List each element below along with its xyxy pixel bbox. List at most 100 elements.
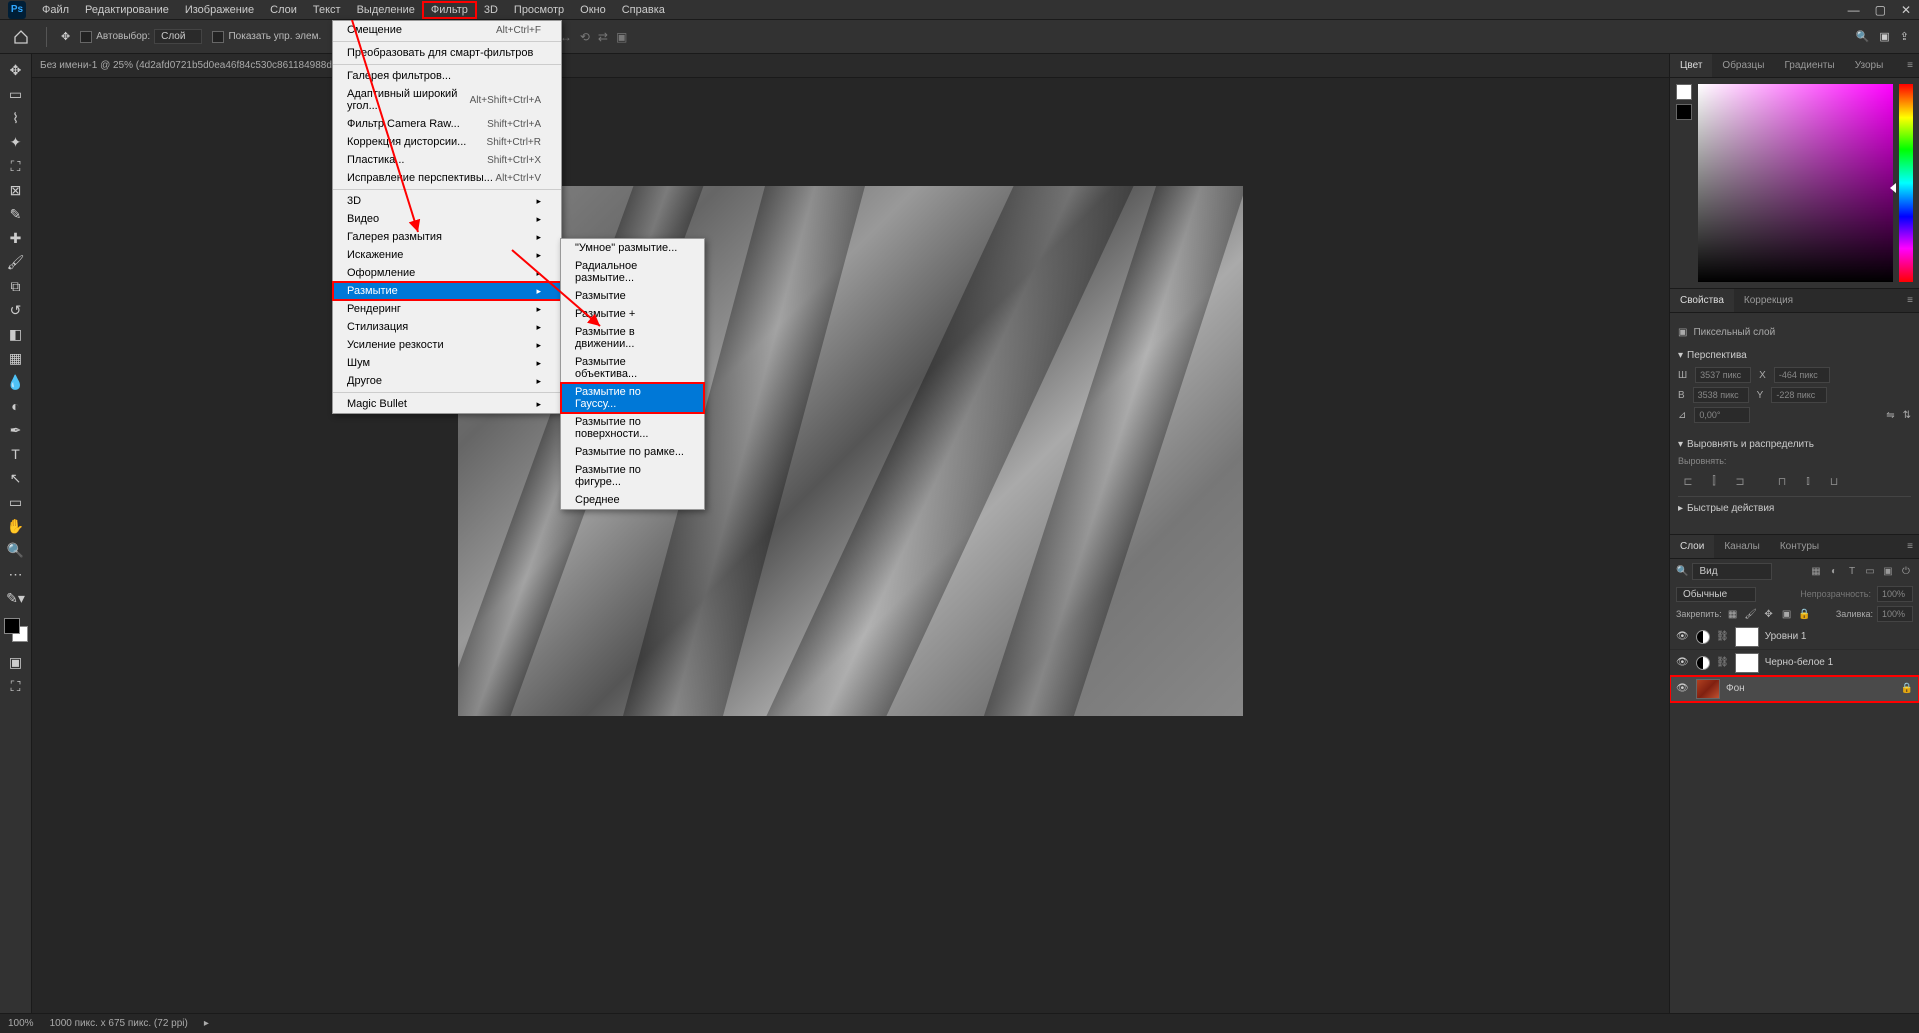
visibility-icon[interactable]: 👁 xyxy=(1676,631,1690,642)
gradient-tool[interactable]: ▦ xyxy=(2,347,30,369)
filter-shape-icon[interactable]: ▭ xyxy=(1863,565,1877,579)
filter-menu-item[interactable]: Исправление перспективы...Alt+Ctrl+V xyxy=(333,169,561,187)
color-picker[interactable] xyxy=(1698,84,1893,282)
filter-menu-item[interactable]: Рендеринг xyxy=(333,300,561,318)
filter-menu-item[interactable]: Стилизация xyxy=(333,318,561,336)
flip-v-icon[interactable]: ⇅ xyxy=(1903,410,1911,421)
height-input[interactable]: 3538 пикс xyxy=(1693,387,1749,403)
blur-submenu-item[interactable]: Размытие по Гауссу... xyxy=(561,383,704,413)
menu-окно[interactable]: Окно xyxy=(572,2,614,18)
color-tab-3[interactable]: Узоры xyxy=(1845,54,1894,77)
y-input[interactable]: -228 пикс xyxy=(1771,387,1827,403)
visibility-icon[interactable]: 👁 xyxy=(1676,657,1690,668)
frame-tool[interactable]: ⊠ xyxy=(2,179,30,201)
blend-mode-dropdown[interactable]: Обычные xyxy=(1676,587,1756,602)
align-center-v-icon[interactable]: ⫾ xyxy=(1798,472,1818,490)
filter-menu-item[interactable]: Magic Bullet xyxy=(333,395,561,413)
bg-swatch-mini[interactable] xyxy=(1676,104,1692,120)
menu-3d[interactable]: 3D xyxy=(476,2,506,18)
menu-фильтр[interactable]: Фильтр xyxy=(423,2,476,18)
filter-adj-icon[interactable]: ◐ xyxy=(1827,565,1841,579)
panel-menu-icon[interactable]: ≡ xyxy=(1901,541,1919,552)
panel-menu-icon[interactable]: ≡ xyxy=(1901,60,1919,71)
slide-icon[interactable]: ⇄ xyxy=(598,30,608,44)
hue-strip[interactable] xyxy=(1899,84,1913,282)
flip-h-icon[interactable]: ⇋ xyxy=(1886,410,1894,421)
layer-name[interactable]: Черно-белое 1 xyxy=(1765,657,1833,668)
filter-smart-icon[interactable]: ▣ xyxy=(1881,565,1895,579)
crop-tool[interactable]: ⛶ xyxy=(2,155,30,177)
color-tab-1[interactable]: Образцы xyxy=(1712,54,1774,77)
blur-submenu-item[interactable]: Размытие xyxy=(561,287,704,305)
foreground-color[interactable] xyxy=(4,618,20,634)
history-brush-tool[interactable]: ↺ xyxy=(2,299,30,321)
dodge-tool[interactable]: ◐ xyxy=(2,395,30,417)
filter-toggle-icon[interactable]: ⏻ xyxy=(1899,565,1913,579)
maximize-icon[interactable]: ▢ xyxy=(1875,3,1886,17)
rotate-icon[interactable]: ⟲ xyxy=(580,30,590,44)
zoom-level[interactable]: 100% xyxy=(8,1018,34,1029)
blur-submenu-item[interactable]: Размытие в движении... xyxy=(561,323,704,353)
camera-icon[interactable]: ▣ xyxy=(616,30,627,44)
layers-kind-dropdown[interactable]: Вид xyxy=(1692,563,1772,580)
filter-menu-item[interactable]: Пластика...Shift+Ctrl+X xyxy=(333,151,561,169)
filter-menu-item[interactable]: СмещениеAlt+Ctrl+F xyxy=(333,21,561,39)
chevron-down-icon[interactable]: ▾ xyxy=(1678,439,1683,450)
chevron-right-icon[interactable]: ▸ xyxy=(1678,503,1683,514)
color-tab-0[interactable]: Цвет xyxy=(1670,54,1712,77)
search-icon[interactable]: 🔍 xyxy=(1856,30,1870,43)
filter-menu-item[interactable]: Видео xyxy=(333,210,561,228)
blur-submenu-item[interactable]: Среднее xyxy=(561,491,704,509)
menu-слои[interactable]: Слои xyxy=(262,2,305,18)
filter-type-icon[interactable]: T xyxy=(1845,565,1859,579)
chevron-right-icon[interactable]: ▸ xyxy=(204,1018,209,1029)
chevron-down-icon[interactable]: ▾ xyxy=(1678,350,1683,361)
mask-thumbnail[interactable] xyxy=(1735,653,1759,673)
menu-изображение[interactable]: Изображение xyxy=(177,2,262,18)
lock-position-icon[interactable]: ✥ xyxy=(1762,607,1776,621)
menu-файл[interactable]: Файл xyxy=(34,2,77,18)
close-icon[interactable]: ✕ xyxy=(1901,3,1911,17)
opacity-input[interactable]: 100% xyxy=(1877,586,1913,602)
canvas-viewport[interactable] xyxy=(32,78,1669,1013)
autoselect-option[interactable]: Автовыбор: Слой xyxy=(80,29,202,44)
angle-input[interactable]: 0,00° xyxy=(1694,407,1750,423)
shape-tool[interactable]: ▭ xyxy=(2,491,30,513)
layers-tab-0[interactable]: Слои xyxy=(1670,535,1714,558)
more-tools[interactable]: ⋯ xyxy=(2,563,30,585)
layer-thumbnail[interactable] xyxy=(1696,679,1720,699)
lock-artboard-icon[interactable]: ▣ xyxy=(1780,607,1794,621)
filter-menu-item[interactable]: Галерея размытия xyxy=(333,228,561,246)
marquee-tool[interactable]: ▭ xyxy=(2,83,30,105)
align-center-h-icon[interactable]: ⫿ xyxy=(1704,472,1724,490)
panel-menu-icon[interactable]: ≡ xyxy=(1901,295,1919,306)
blur-tool[interactable]: 💧 xyxy=(2,371,30,393)
stamp-tool[interactable]: ⧉ xyxy=(2,275,30,297)
menu-редактирование[interactable]: Редактирование xyxy=(77,2,177,18)
share-icon[interactable]: ⇪ xyxy=(1900,30,1909,43)
layers-tab-1[interactable]: Каналы xyxy=(1714,535,1770,558)
minimize-icon[interactable]: — xyxy=(1848,3,1860,17)
menu-просмотр[interactable]: Просмотр xyxy=(506,2,572,18)
filter-menu-item[interactable]: Коррекция дисторсии...Shift+Ctrl+R xyxy=(333,133,561,151)
blur-submenu-item[interactable]: Размытие + xyxy=(561,305,704,323)
lock-all-icon[interactable]: 🔒 xyxy=(1798,607,1812,621)
filter-menu-item[interactable]: Преобразовать для смарт-фильтров xyxy=(333,44,561,62)
align-left-icon[interactable]: ⊏ xyxy=(1678,472,1698,490)
move-tool[interactable]: ✥ xyxy=(2,59,30,81)
layer-name[interactable]: Уровни 1 xyxy=(1765,631,1807,642)
menu-текст[interactable]: Текст xyxy=(305,2,349,18)
filter-menu-item[interactable]: Другое xyxy=(333,372,561,390)
filter-menu-item[interactable]: Адаптивный широкий угол...Alt+Shift+Ctrl… xyxy=(333,85,561,115)
autoselect-dropdown[interactable]: Слой xyxy=(154,29,202,44)
menu-справка[interactable]: Справка xyxy=(614,2,673,18)
filter-menu-item[interactable]: Усиление резкости xyxy=(333,336,561,354)
edit-toolbar[interactable]: ✎▾ xyxy=(2,587,30,609)
filter-menu-item[interactable]: 3D xyxy=(333,192,561,210)
blur-submenu-item[interactable]: Размытие по рамке... xyxy=(561,443,704,461)
workspace-icon[interactable]: ▣ xyxy=(1879,30,1889,43)
fill-input[interactable]: 100% xyxy=(1877,606,1913,622)
align-bottom-icon[interactable]: ⊔ xyxy=(1824,472,1844,490)
hand-tool[interactable]: ✋ xyxy=(2,515,30,537)
blur-submenu-item[interactable]: Размытие объектива... xyxy=(561,353,704,383)
